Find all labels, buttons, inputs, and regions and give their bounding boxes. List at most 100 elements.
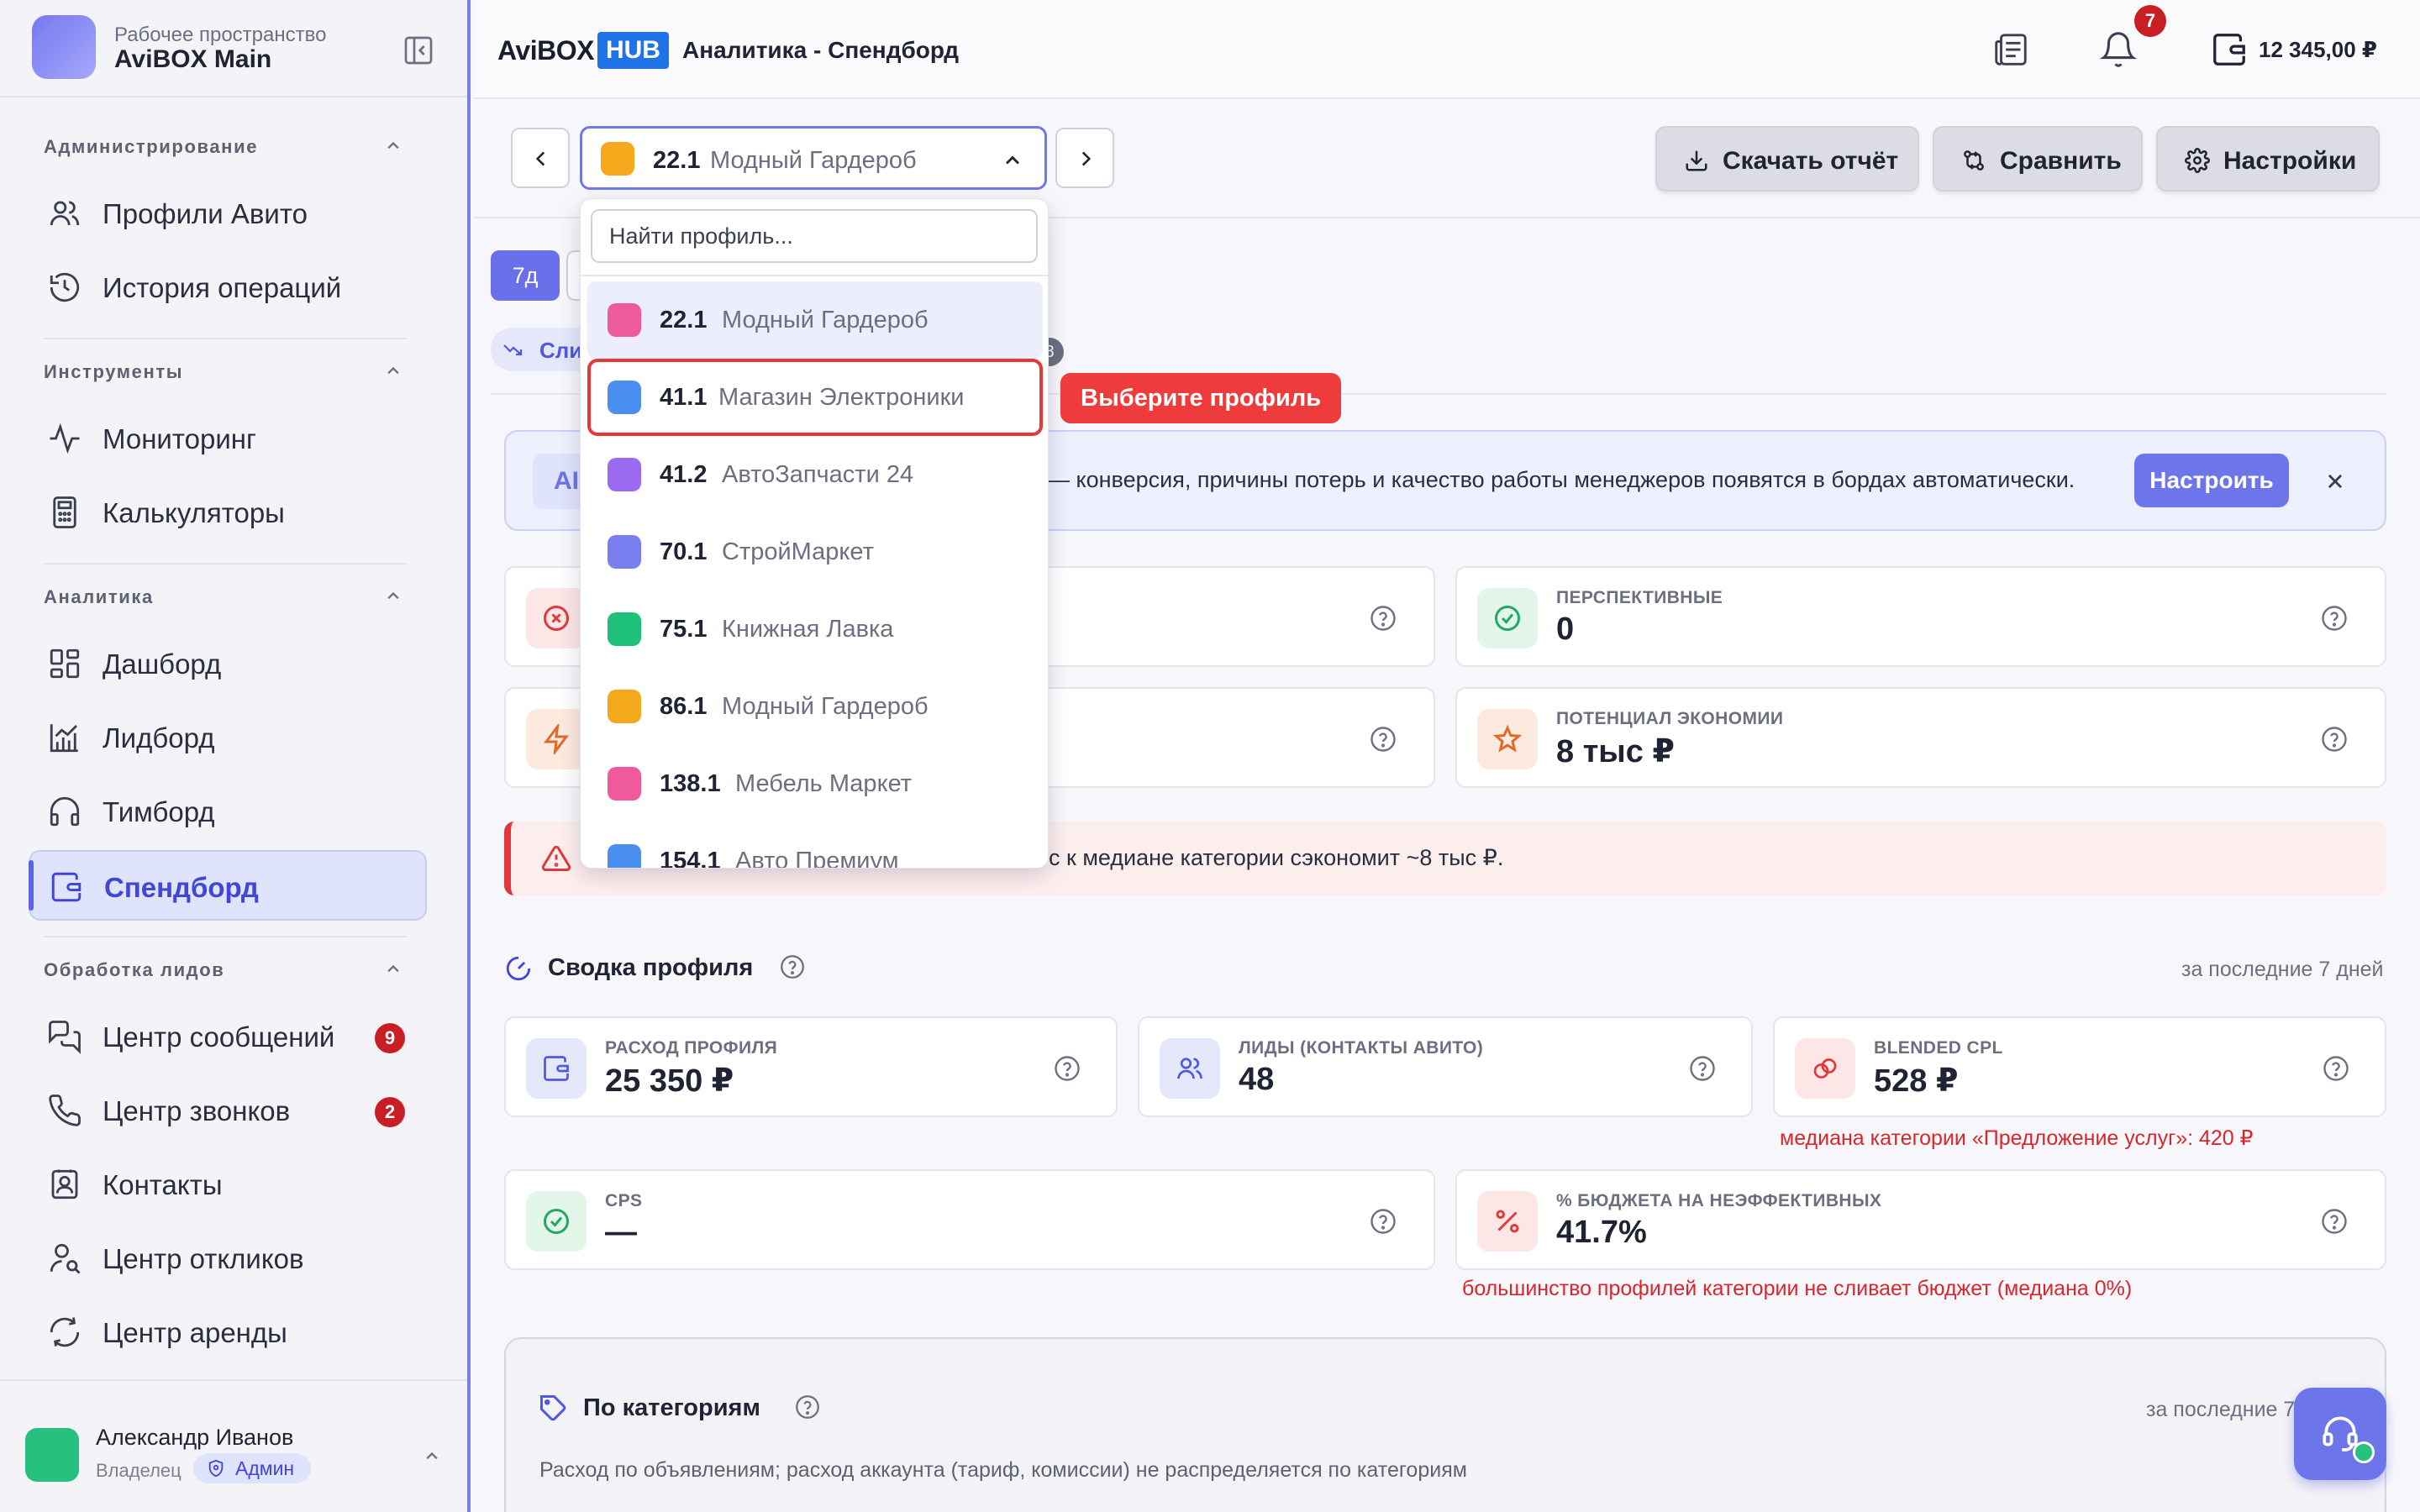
sidebar-item-rental[interactable]: Центр аренды [29, 1297, 427, 1368]
section-divider [44, 338, 407, 339]
app-logo[interactable]: AviBOX HUB [497, 32, 669, 69]
icon-box [1477, 709, 1538, 769]
download-icon [1686, 150, 1707, 171]
star-icon [1492, 724, 1523, 753]
profile-option[interactable]: 154.1 Авто Премиум [587, 822, 1043, 868]
help-icon[interactable] [2319, 1206, 2349, 1236]
wallet-icon[interactable] [2210, 30, 2249, 69]
shield-icon [208, 1459, 224, 1478]
categories-panel [504, 1337, 2386, 1512]
profile-option-name: СтройМаркет [722, 538, 874, 565]
download-report-button[interactable]: Скачать отчёт [1655, 126, 1919, 192]
workspace-name: AviBOX Main [114, 45, 272, 73]
profile-option-number: 70.1 [660, 538, 708, 565]
sidebar-item-label: Калькуляторы [103, 497, 285, 528]
settings-button[interactable]: Настройки [2156, 126, 2380, 192]
summary-period: за последние 7 дней [2181, 958, 2384, 981]
profile-option-name: Модный Гардероб [722, 693, 929, 720]
chevron-up-icon[interactable] [381, 134, 405, 158]
support-chat-button[interactable] [2294, 1388, 2386, 1480]
help-icon[interactable] [2319, 603, 2349, 633]
icon-box [526, 1038, 587, 1099]
profile-option[interactable]: 70.1 СтройМаркет [587, 513, 1043, 591]
news-icon[interactable] [1991, 30, 2030, 69]
help-icon[interactable] [778, 953, 807, 981]
workspace-header[interactable]: Рабочее пространство AviBOX Main [0, 0, 467, 97]
admin-badge: Админ [193, 1453, 312, 1483]
metric-card-blended-cpl: BLENDED CPL 528 ₽ [1773, 1016, 2386, 1117]
settings-label: Настройки [2223, 147, 2357, 175]
categories-period: за последние 7 [2146, 1398, 2296, 1421]
profile-option[interactable]: 138.1 Мебель Маркет [587, 745, 1043, 822]
period-7d-button[interactable]: 7д [491, 250, 560, 301]
help-icon[interactable] [1368, 1206, 1398, 1236]
sidebar-item-label: Центр откликов [103, 1243, 304, 1274]
profile-option-number: 75.1 [660, 616, 708, 643]
chevron-up-icon[interactable] [381, 958, 405, 981]
sidebar-item-label: Дашборд [103, 648, 222, 680]
sidebar-item-avito-profiles[interactable]: Профили Авито [29, 178, 427, 249]
metric-value: 25 350 ₽ [605, 1063, 734, 1099]
chevron-up-icon [1006, 155, 1019, 165]
sidebar-item-dashboard[interactable]: Дашборд [29, 628, 427, 699]
profile-select[interactable]: 22.1 Модный Гардероб [580, 126, 1047, 190]
sidebar-item-operations-history[interactable]: История операций [29, 252, 427, 323]
profile-color-dot [608, 381, 641, 414]
profile-color-dot [608, 612, 641, 646]
profile-option-name: АвтоЗапчасти 24 [722, 461, 914, 488]
sidebar-item-teamboard[interactable]: Тимборд [29, 776, 427, 847]
help-icon[interactable] [1687, 1053, 1718, 1084]
missed-calls-badge: 2 [375, 1097, 405, 1127]
help-icon[interactable] [793, 1393, 822, 1421]
user-profile[interactable]: Александр Иванов Владелец Админ [0, 1379, 467, 1512]
sidebar-item-monitoring[interactable]: Мониторинг [29, 403, 427, 474]
next-profile-button[interactable] [1055, 128, 1114, 188]
sidebar-item-contacts[interactable]: Контакты [29, 1149, 427, 1220]
compare-button[interactable]: Сравнить [1933, 126, 2143, 192]
metric-value: 8 тыс ₽ [1556, 734, 1675, 769]
sidebar-item-label: Профили Авито [103, 198, 308, 229]
chevron-up-icon[interactable] [420, 1445, 444, 1468]
profile-option[interactable]: 86.1 Модный Гардероб [587, 668, 1043, 745]
sidebar-item-calculators[interactable]: Калькуляторы [29, 477, 427, 548]
profile-search-input[interactable] [591, 209, 1038, 263]
help-icon[interactable] [2321, 1053, 2351, 1084]
metric-label: ПОТЕНЦИАЛ ЭКОНОМИИ [1556, 709, 1784, 728]
unread-badge: 9 [375, 1023, 405, 1053]
close-icon[interactable] [2321, 467, 2349, 496]
sidebar-item-leadboard[interactable]: Лидборд [29, 702, 427, 773]
prev-profile-button[interactable] [511, 128, 570, 188]
check-circle-icon [544, 1209, 569, 1234]
help-icon[interactable] [1368, 724, 1398, 754]
profile-option[interactable]: 22.1 Модный Гардероб [587, 281, 1043, 359]
sidebar-item-messages[interactable]: Центр сообщений 9 [29, 1001, 427, 1072]
profile-dropdown: 22.1 Модный Гардероб 41.1 Магазин Электр… [580, 198, 1049, 869]
chevron-up-icon[interactable] [381, 585, 405, 608]
section-divider [44, 936, 407, 937]
sidebar-item-label: Тимборд [103, 796, 215, 827]
profile-option-highlighted[interactable]: 41.1 Магазин Электроники [587, 359, 1043, 436]
help-icon[interactable] [2319, 724, 2349, 754]
profile-option[interactable]: 75.1 Книжная Лавка [587, 591, 1043, 668]
sidebar-collapse-icon[interactable] [402, 34, 435, 67]
users-icon [1177, 1058, 1202, 1079]
metric-label: РАСХОД ПРОФИЛЯ [605, 1038, 778, 1058]
help-icon[interactable] [1052, 1053, 1082, 1084]
profile-color-dot [608, 535, 641, 569]
ai-banner-text: — конверсия, причины потерь и качество р… [1047, 467, 2075, 492]
notifications-badge: 7 [2134, 5, 2166, 37]
profile-option[interactable]: 41.2 АвтоЗапчасти 24 [587, 436, 1043, 513]
configure-button[interactable]: Настроить [2134, 454, 2289, 507]
metric-label: ЛИДЫ (КОНТАКТЫ АВИТО) [1239, 1038, 1484, 1058]
bell-icon[interactable] [2099, 30, 2138, 69]
metric-card-leads: ЛИДЫ (КОНТАКТЫ АВИТО) 48 [1138, 1016, 1753, 1117]
user-role: Владелец [96, 1460, 182, 1481]
sidebar-item-spendboard[interactable]: Спендборд [29, 850, 427, 921]
metric-card-profile-spend: РАСХОД ПРОФИЛЯ 25 350 ₽ [504, 1016, 1118, 1117]
balance-amount[interactable]: 12 345,00 ₽ [2259, 37, 2377, 63]
profile-option-name: Магазин Электроники [718, 384, 965, 411]
chevron-up-icon[interactable] [381, 360, 405, 383]
sidebar-item-responses[interactable]: Центр откликов [29, 1223, 427, 1294]
help-icon[interactable] [1368, 603, 1398, 633]
sidebar-item-calls[interactable]: Центр звонков 2 [29, 1075, 427, 1146]
